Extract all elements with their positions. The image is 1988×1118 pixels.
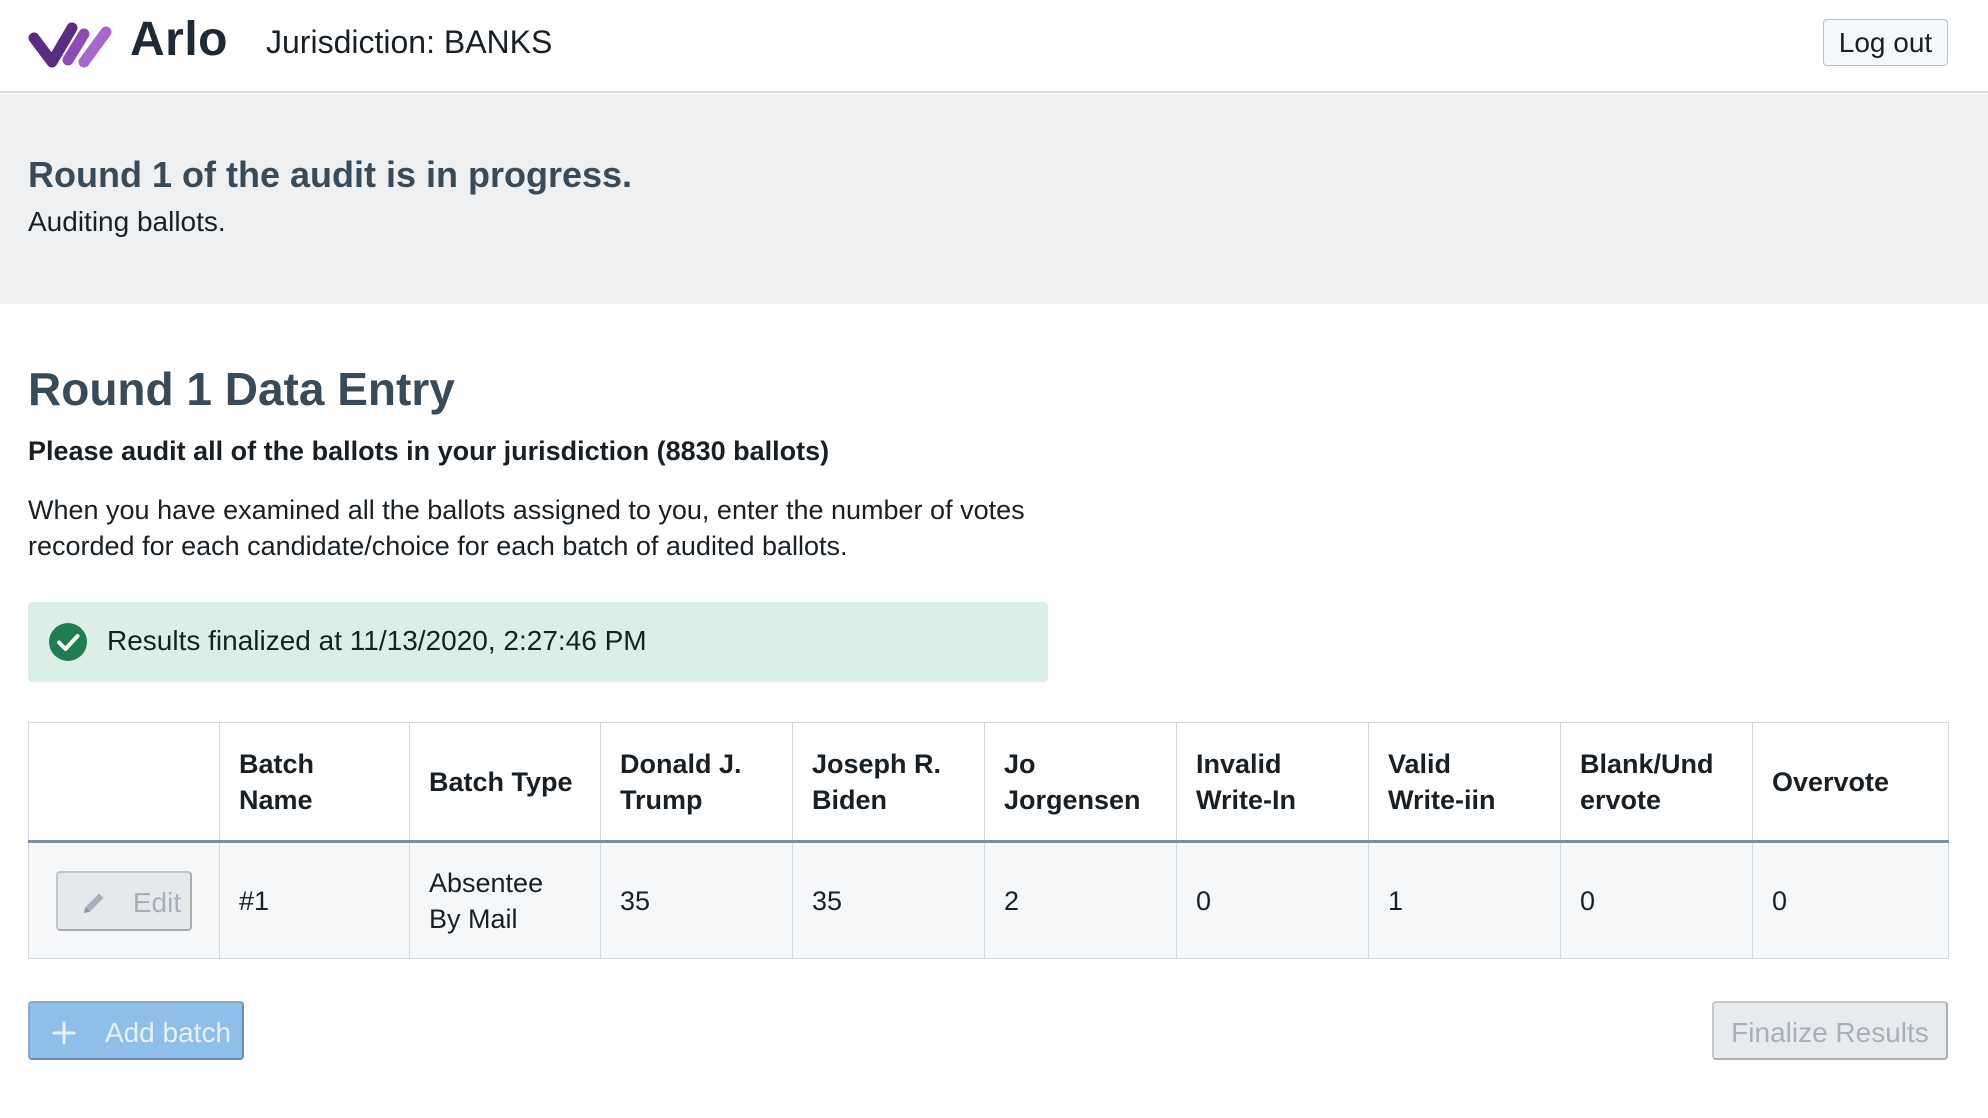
column-header-actions: [28, 722, 220, 843]
blank-undervote-cell: 0: [1560, 841, 1753, 959]
biden-votes-cell: 35: [792, 841, 985, 959]
column-header-label: Joseph R. Biden: [812, 748, 942, 815]
pencil-icon: [84, 893, 104, 913]
column-header-blank-undervote: Blank/Und ervote: [1560, 722, 1753, 843]
column-header-label: Invalid Write-In: [1196, 748, 1296, 815]
callout-text: Results finalized at 11/13/2020, 2:27:46…: [107, 625, 647, 656]
column-header-label: Batch Type: [429, 766, 573, 797]
check-circle-icon: [49, 623, 87, 661]
jorgensen-votes-cell: 2: [984, 841, 1177, 959]
column-header-label: Blank/Und ervote: [1580, 748, 1714, 815]
status-banner: Round 1 of the audit is in progress. Aud…: [0, 94, 1988, 304]
column-header-label: Batch Name: [239, 748, 315, 815]
invalid-write-in-cell: 0: [1176, 841, 1369, 959]
status-title: Round 1 of the audit is in progress.: [28, 154, 633, 195]
batch-results-table: Batch Name Batch Type Donald J. Trump Jo…: [28, 722, 1949, 959]
data-entry-instructions: When you have examined all the ballots a…: [28, 495, 1025, 561]
column-header-invalid-write-in: Invalid Write-In: [1176, 722, 1369, 843]
column-header-label: Overvote: [1772, 766, 1890, 797]
table-row: Edit #1 Absentee By Mail 35 35 2 0 1 0 0: [28, 841, 1949, 959]
arlo-logo-icon: [28, 22, 112, 68]
add-batch-button[interactable]: Add batch: [28, 1001, 244, 1060]
column-header-label: Valid Write-iin: [1388, 748, 1496, 815]
app-logo-text: Arlo: [130, 13, 228, 66]
table-header-row: Batch Name Batch Type Donald J. Trump Jo…: [28, 722, 1949, 843]
row-actions-cell: Edit: [28, 841, 220, 959]
column-header-label: Donald J. Trump: [620, 748, 742, 815]
edit-button-label: Edit: [132, 886, 182, 918]
overvote-cell: 0: [1752, 841, 1949, 959]
plus-icon: [52, 1021, 76, 1045]
top-navbar: Arlo Jurisdiction: BANKS Log out: [0, 0, 1988, 93]
add-batch-label: Add batch: [104, 1017, 232, 1048]
valid-write-in-cell: 1: [1368, 841, 1561, 959]
column-header-batch-name: Batch Name: [219, 722, 410, 843]
jurisdiction-label: Jurisdiction: BANKS: [266, 24, 553, 60]
ballot-count-instruction: Please audit all of the ballots in your …: [28, 436, 830, 466]
logout-button[interactable]: Log out: [1823, 19, 1948, 66]
trump-votes-cell: 35: [600, 841, 793, 959]
batch-name-cell: #1: [219, 841, 410, 959]
status-subtitle: Auditing ballots.: [28, 206, 226, 237]
page-title: Round 1 Data Entry: [28, 363, 455, 415]
results-finalized-callout: Results finalized at 11/13/2020, 2:27:46…: [28, 602, 1048, 682]
column-header-jorgensen: Jo Jorgensen: [984, 722, 1177, 843]
column-header-trump: Donald J. Trump: [600, 722, 793, 843]
edit-batch-button[interactable]: Edit: [56, 870, 192, 931]
finalize-results-button[interactable]: Finalize Results: [1712, 1001, 1948, 1060]
column-header-biden: Joseph R. Biden: [792, 722, 985, 843]
batch-type-cell: Absentee By Mail: [409, 841, 601, 959]
column-header-overvote: Overvote: [1752, 722, 1949, 843]
column-header-batch-type: Batch Type: [409, 722, 601, 843]
column-header-valid-write-in: Valid Write-iin: [1368, 722, 1561, 843]
column-header-label: Jo Jorgensen: [1004, 748, 1141, 815]
